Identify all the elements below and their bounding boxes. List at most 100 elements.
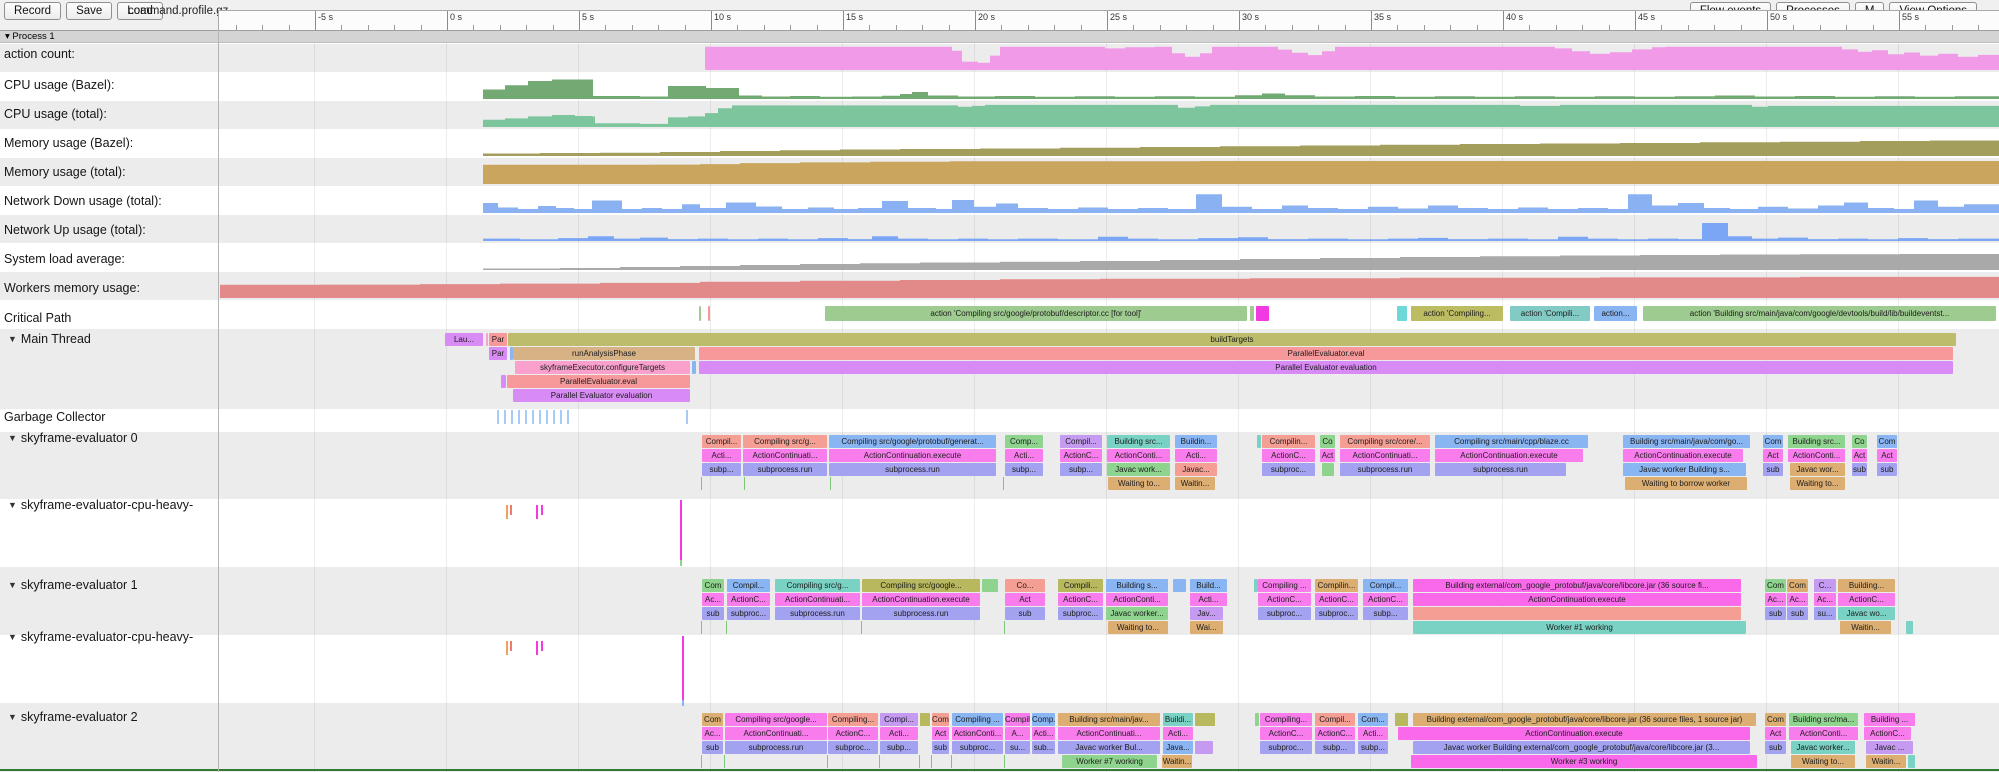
gc-event-tick[interactable] bbox=[539, 410, 541, 424]
trace-event[interactable] bbox=[1413, 607, 1741, 620]
trace-event[interactable] bbox=[1195, 713, 1215, 726]
main-thread-event[interactable]: Parallel Evaluator evaluation bbox=[699, 361, 1953, 374]
trace-event[interactable]: A... bbox=[1005, 727, 1030, 740]
trace-event[interactable]: Compiling ... bbox=[1258, 579, 1311, 592]
process-1-header[interactable]: ▾ Process 1 bbox=[0, 30, 1999, 43]
gc-event-tick[interactable] bbox=[567, 410, 569, 424]
trace-event[interactable]: sub bbox=[1787, 607, 1808, 620]
trace-event[interactable]: Compil... bbox=[1060, 435, 1102, 448]
critical-path-event[interactable] bbox=[699, 306, 701, 321]
trace-event[interactable]: Compil... bbox=[702, 435, 741, 448]
main-thread-event[interactable]: Lau... bbox=[445, 333, 483, 346]
trace-event[interactable]: Com bbox=[702, 579, 724, 592]
trace-event[interactable]: subprocess.run bbox=[829, 463, 996, 476]
trace-event[interactable]: ActionC... bbox=[828, 727, 878, 740]
trace-event[interactable]: Compilin... bbox=[1315, 579, 1358, 592]
trace-event[interactable] bbox=[1173, 579, 1186, 592]
trace-event[interactable]: Compil... bbox=[1363, 579, 1408, 592]
trace-event[interactable]: Ac... bbox=[702, 727, 723, 740]
trace-event[interactable]: Compil... bbox=[1005, 713, 1030, 726]
trace-event[interactable]: Build... bbox=[1190, 579, 1227, 592]
critical-path-event[interactable]: action 'Compiling... bbox=[1411, 306, 1503, 321]
cpu-heavy-event-tick[interactable] bbox=[682, 636, 684, 700]
main-thread-event[interactable]: buildTargets bbox=[508, 333, 1956, 346]
cpu-heavy-event-tick[interactable] bbox=[506, 505, 508, 519]
cpu-heavy-event-tick[interactable] bbox=[510, 641, 512, 651]
trace-event[interactable]: subproc... bbox=[1262, 463, 1315, 476]
trace-event[interactable]: Waitin... bbox=[1840, 621, 1891, 634]
trace-event[interactable]: Building src... bbox=[1788, 435, 1845, 448]
trace-event[interactable]: Ac... bbox=[1814, 593, 1836, 606]
trace-event[interactable]: Co... bbox=[1005, 579, 1045, 592]
trace-event[interactable]: Com bbox=[1763, 435, 1783, 448]
trace-event[interactable]: Acti... bbox=[880, 727, 918, 740]
trace-event[interactable]: ActionC... bbox=[727, 593, 770, 606]
trace-event[interactable]: Ac... bbox=[1787, 593, 1808, 606]
track-label-skyframe-evaluator-0[interactable]: ▼skyframe-evaluator 0 bbox=[8, 431, 138, 445]
trace-event[interactable]: Acti... bbox=[1190, 593, 1227, 606]
trace-event[interactable]: ActionC... bbox=[1260, 727, 1312, 740]
main-thread-event[interactable]: ParallelEvaluator.eval bbox=[507, 375, 690, 388]
trace-event[interactable]: Building src... bbox=[1107, 435, 1170, 448]
trace-event[interactable]: Building s... bbox=[1106, 579, 1168, 592]
trace-event[interactable]: Compiling src/core/... bbox=[1340, 435, 1430, 448]
collapse-arrow-icon[interactable]: ▼ bbox=[8, 632, 17, 642]
main-thread-event[interactable]: skyframeExecutor.configureTargets bbox=[515, 361, 690, 374]
trace-event[interactable]: sub bbox=[702, 741, 723, 754]
trace-event[interactable]: C... bbox=[1814, 579, 1836, 592]
trace-event[interactable]: subp... bbox=[1315, 741, 1355, 754]
trace-event[interactable]: Compiling... bbox=[1260, 713, 1312, 726]
gc-event-tick[interactable] bbox=[511, 410, 513, 424]
trace-event[interactable]: Building src/main/jav... bbox=[1058, 713, 1160, 726]
trace-event[interactable]: ActionContinuati... bbox=[725, 727, 827, 740]
counter-chart-system-load-average[interactable] bbox=[218, 245, 1999, 270]
counter-chart-action-count[interactable] bbox=[218, 46, 1999, 70]
trace-event[interactable]: Waiting to... bbox=[1108, 477, 1170, 490]
gc-event-tick[interactable] bbox=[546, 410, 548, 424]
collapse-arrow-icon[interactable]: ▼ bbox=[8, 500, 17, 510]
trace-event[interactable]: Waitin... bbox=[1175, 477, 1215, 490]
cpu-heavy-event-tick[interactable] bbox=[680, 500, 682, 560]
trace-event[interactable]: Com... bbox=[1358, 713, 1388, 726]
trace-event[interactable]: Acti... bbox=[702, 449, 741, 462]
trace-event[interactable]: Building external/com_google_protobuf/ja… bbox=[1413, 579, 1741, 592]
cpu-heavy-event-tick[interactable] bbox=[541, 505, 543, 515]
gc-event-tick[interactable] bbox=[518, 410, 520, 424]
trace-event[interactable]: ActionContinuation.execute bbox=[1413, 593, 1741, 606]
main-thread-event[interactable]: Par bbox=[489, 333, 507, 346]
trace-event[interactable]: subproc... bbox=[1260, 741, 1312, 754]
trace-event[interactable]: sub bbox=[1852, 463, 1867, 476]
trace-event[interactable]: ActionC... bbox=[1258, 593, 1311, 606]
trace-event[interactable]: Javac... bbox=[1175, 463, 1217, 476]
trace-event[interactable]: Compiling src/google... bbox=[862, 579, 980, 592]
main-thread-event[interactable] bbox=[692, 361, 696, 374]
trace-event[interactable]: sub... bbox=[1032, 741, 1055, 754]
trace-event[interactable]: Building src/ma... bbox=[1789, 713, 1858, 726]
cpu-heavy-event-tick[interactable] bbox=[506, 641, 508, 655]
trace-event[interactable]: subproc... bbox=[1315, 607, 1358, 620]
trace-event[interactable]: ActionContinuati... bbox=[743, 449, 827, 462]
trace-event[interactable]: subp... bbox=[1358, 741, 1388, 754]
critical-path-event[interactable]: action... bbox=[1594, 306, 1637, 321]
critical-path-event[interactable] bbox=[1397, 306, 1407, 321]
trace-event[interactable]: Compil... bbox=[727, 579, 770, 592]
trace-event[interactable]: ActionConti... bbox=[952, 727, 1003, 740]
trace-event[interactable]: Act bbox=[932, 727, 949, 740]
counter-chart-memory-usage-total[interactable] bbox=[218, 160, 1999, 184]
trace-event[interactable]: subp... bbox=[1060, 463, 1102, 476]
trace-event[interactable]: Javac worker Building s... bbox=[1623, 463, 1746, 476]
trace-event[interactable]: subprocess.run bbox=[725, 741, 827, 754]
trace-event[interactable]: subproc... bbox=[1258, 607, 1311, 620]
trace-event[interactable]: ActionConti... bbox=[1789, 727, 1858, 740]
trace-event[interactable]: Act bbox=[1877, 449, 1897, 462]
trace-event[interactable]: Building... bbox=[1838, 579, 1895, 592]
trace-event[interactable]: subproc... bbox=[727, 607, 770, 620]
trace-event[interactable]: ActionC... bbox=[1838, 593, 1895, 606]
cpu-heavy-event-tick[interactable] bbox=[510, 505, 512, 515]
collapse-arrow-icon[interactable]: ▼ bbox=[8, 712, 17, 722]
collapse-arrow-icon[interactable]: ▼ bbox=[8, 334, 17, 344]
gc-event-tick[interactable] bbox=[560, 410, 562, 424]
track-label-skyframe-evaluator-1[interactable]: ▼skyframe-evaluator 1 bbox=[8, 578, 138, 592]
trace-event[interactable]: Acti... bbox=[1175, 449, 1217, 462]
trace-event[interactable]: Co bbox=[1320, 435, 1335, 448]
